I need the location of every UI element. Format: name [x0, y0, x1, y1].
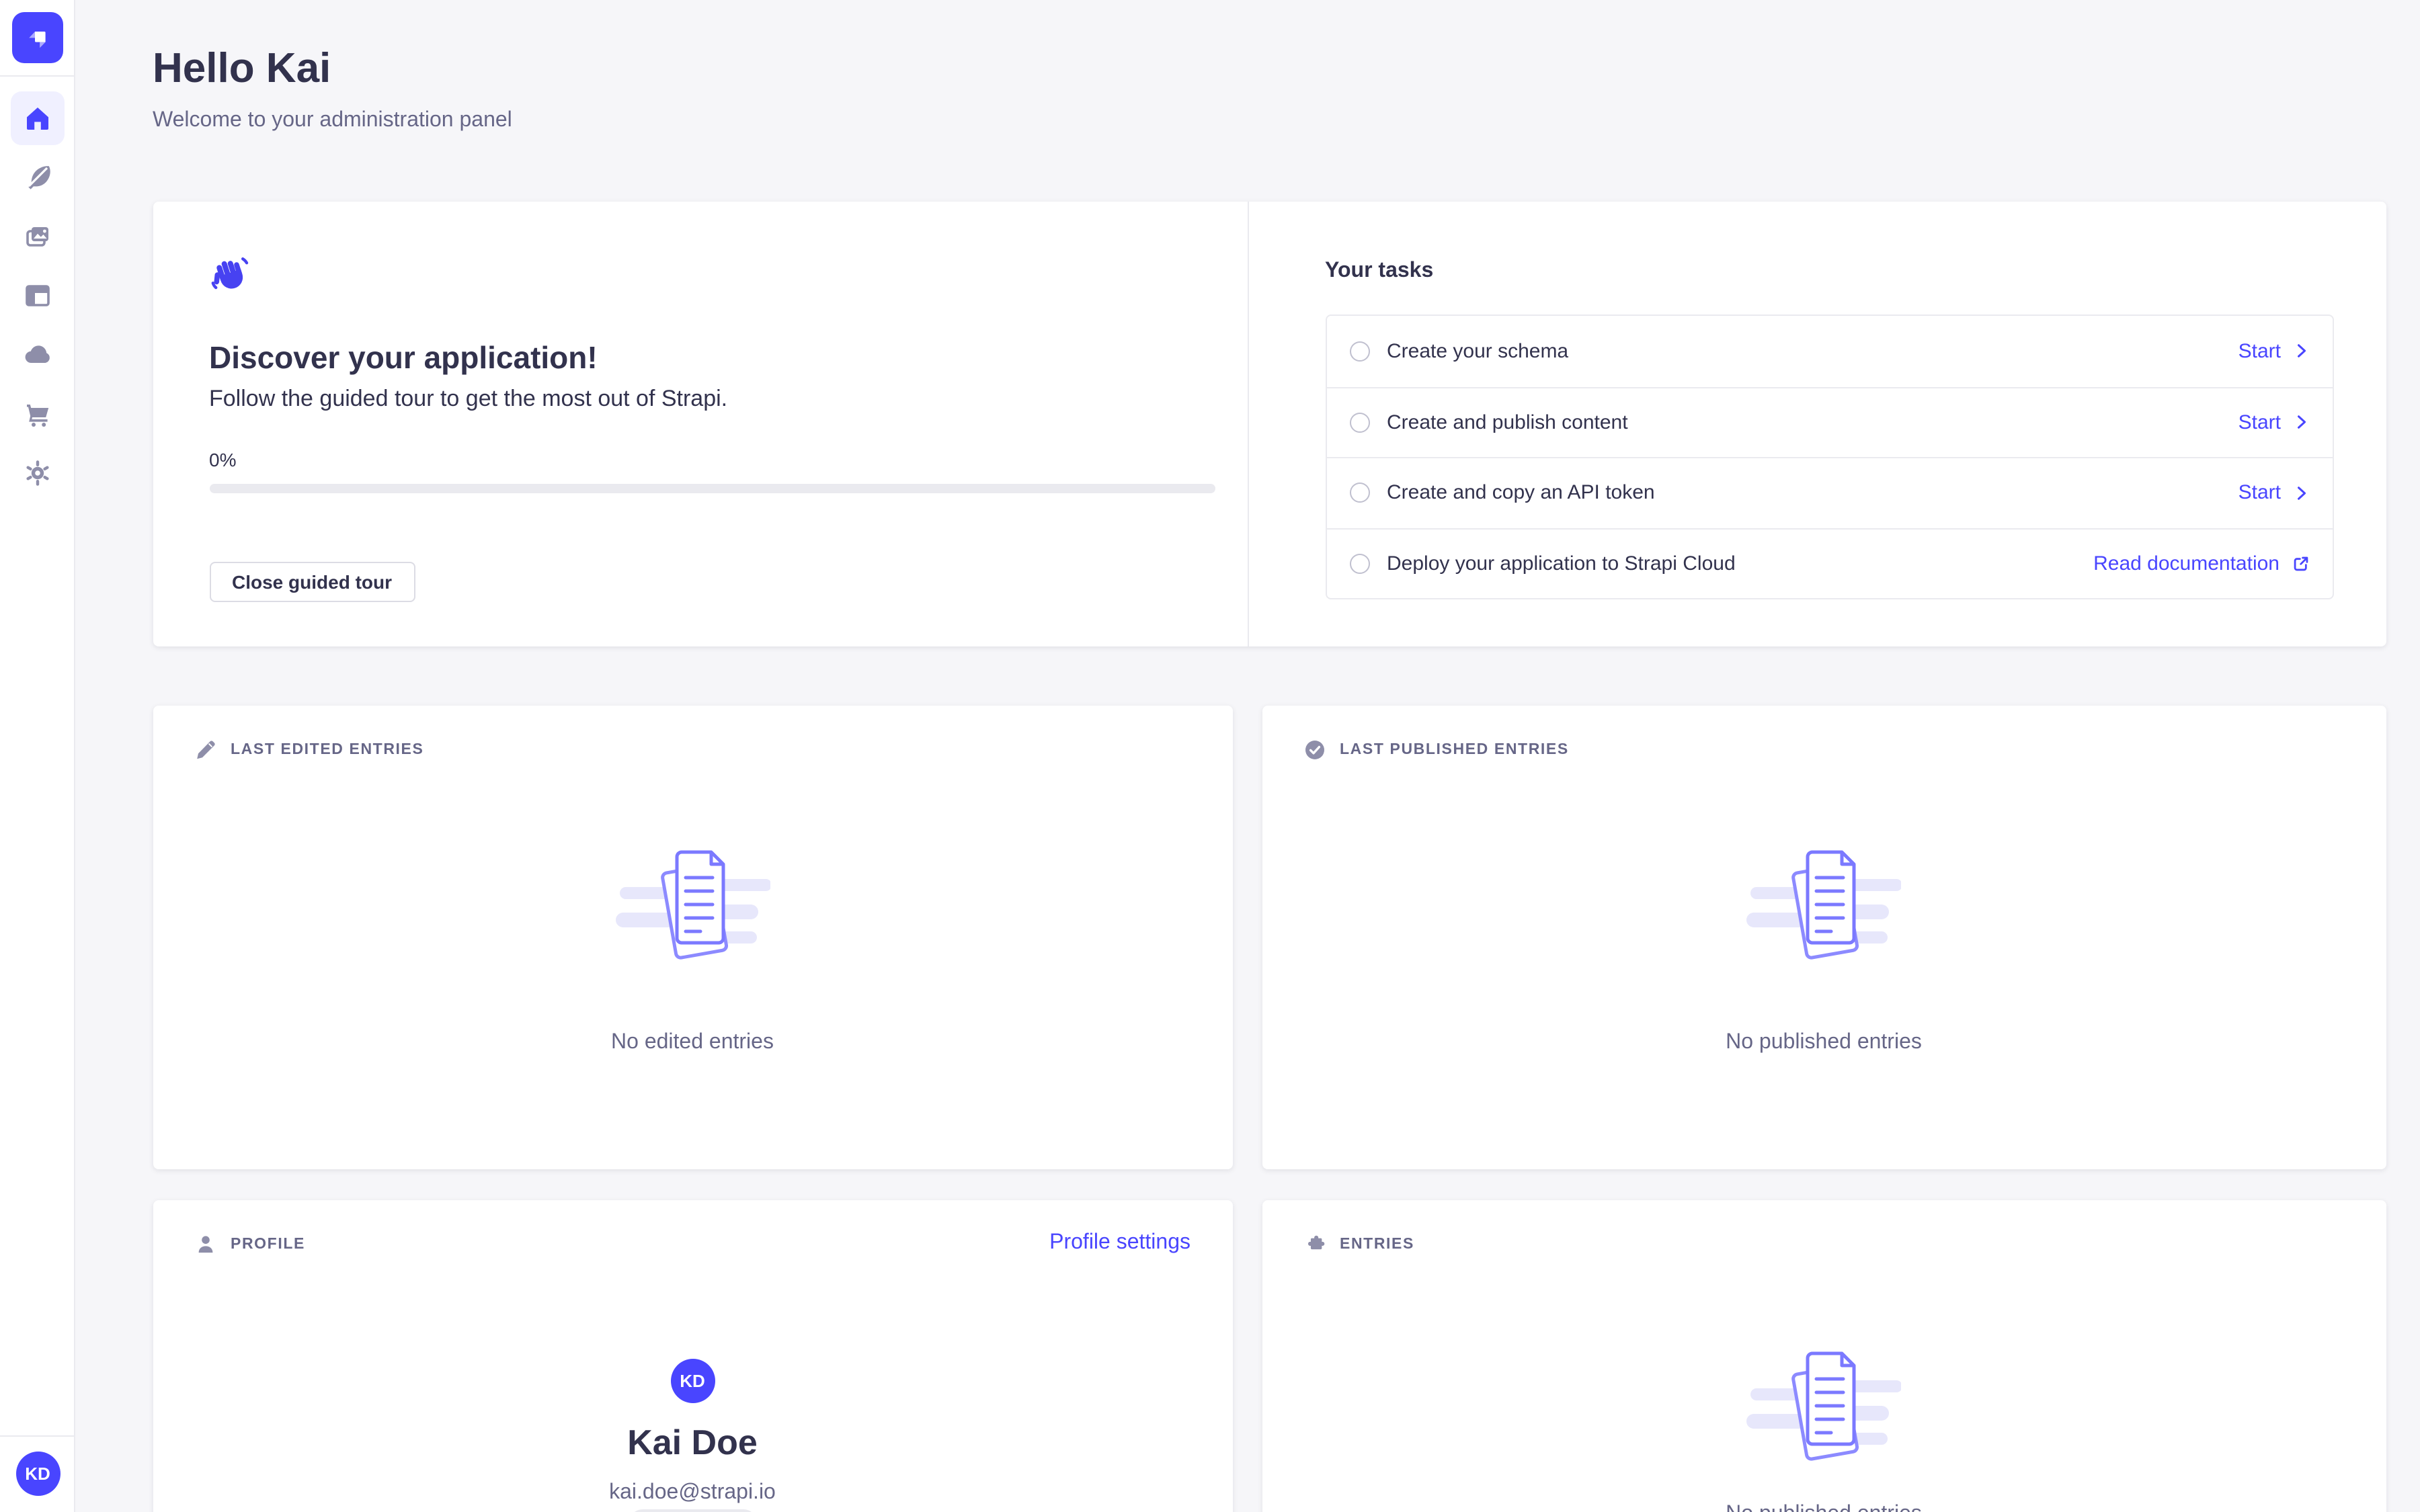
empty-state-text: No edited entries [611, 1031, 774, 1055]
cloud-icon [23, 340, 52, 370]
sidebar-item-settings[interactable] [11, 446, 65, 500]
last-edited-entries-card: LAST EDITED ENTRIES [153, 706, 1232, 1169]
chevron-right-icon [2293, 343, 2309, 360]
task-action-label: Start [2238, 482, 2281, 505]
task-status-circle [1349, 554, 1369, 574]
task-row-api-token[interactable]: Create and copy an API token Start [1326, 457, 2332, 528]
task-start-link[interactable]: Start [2238, 482, 2309, 505]
media-icon [23, 222, 52, 251]
chevron-right-icon [2293, 415, 2309, 431]
task-action-label: Start [2238, 411, 2281, 434]
profile-header: PROFILE [194, 1234, 305, 1255]
empty-documents-illustration [615, 840, 770, 961]
main-content: Hello Kai Welcome to your administration… [75, 0, 2420, 1512]
tasks-title: Your tasks [1325, 258, 2333, 284]
tasks-pane: Your tasks Create your schema Start [1248, 202, 2386, 646]
profile-name: Kai Doe [627, 1422, 758, 1462]
profile-role-badge [629, 1509, 756, 1512]
task-start-link[interactable]: Start [2238, 411, 2309, 434]
task-action-label: Start [2238, 340, 2281, 363]
last-edited-header: LAST EDITED ENTRIES [194, 739, 424, 761]
task-status-circle [1349, 413, 1369, 433]
empty-state: No edited entries [153, 840, 1232, 1055]
guided-tour-description: Follow the guided tour to get the most o… [209, 386, 1213, 413]
empty-state-text: No published entries [1726, 1503, 1922, 1512]
sidebar-item-deploy[interactable] [11, 328, 65, 382]
panel-label: PROFILE [231, 1236, 305, 1253]
sidebar-item-marketplace[interactable] [11, 387, 65, 441]
home-icon [23, 103, 52, 133]
task-label: Create and publish content [1387, 411, 2238, 434]
external-link-icon [2292, 555, 2309, 573]
sidebar-item-content-manager[interactable] [11, 269, 65, 323]
empty-state: No published entries [1262, 1341, 2386, 1512]
puzzle-icon [1303, 1234, 1325, 1255]
sidebar-divider-bottom [0, 1435, 74, 1437]
last-published-entries-card: LAST PUBLISHED ENTRIES [1262, 706, 2386, 1169]
profile-row: PROFILE Profile settings KD Kai Doe kai.… [153, 1200, 2386, 1512]
empty-documents-illustration [1746, 1341, 1901, 1462]
read-documentation-link[interactable]: Read documentation [2093, 552, 2309, 575]
task-status-circle [1349, 483, 1369, 503]
last-published-header: LAST PUBLISHED ENTRIES [1303, 739, 1569, 761]
chevron-right-icon [2293, 485, 2309, 501]
pencil-icon [194, 739, 216, 761]
cart-icon [23, 399, 52, 429]
sidebar-item-media-library[interactable] [11, 210, 65, 263]
sidebar-item-home[interactable] [11, 91, 65, 145]
page-title: Hello Kai [153, 0, 2386, 91]
task-action-label: Read documentation [2093, 552, 2280, 575]
sidebar-divider-top [0, 75, 74, 77]
empty-state-text: No published entries [1726, 1031, 1922, 1055]
empty-documents-illustration [1746, 840, 1901, 961]
feather-icon [23, 163, 52, 192]
task-label: Deploy your application to Strapi Cloud [1387, 552, 2093, 575]
panel-label: ENTRIES [1340, 1236, 1414, 1253]
sidebar: KD [0, 0, 75, 1512]
layout-icon [23, 281, 52, 310]
profile-card: PROFILE Profile settings KD Kai Doe kai.… [153, 1200, 1232, 1512]
person-icon [194, 1234, 216, 1255]
strapi-admin-dashboard: KD Hello Kai Welcome to your administrat… [0, 0, 2420, 1512]
close-guided-tour-button[interactable]: Close guided tour [209, 562, 415, 602]
progress-label: 0% [209, 449, 1213, 470]
user-avatar[interactable]: KD [15, 1452, 60, 1496]
guided-tour-title: Discover your application! [209, 339, 1213, 376]
sidebar-item-content-type-builder[interactable] [11, 151, 65, 204]
wave-hand-icon [209, 254, 249, 294]
panel-label: LAST EDITED ENTRIES [231, 742, 424, 758]
task-row-create-schema[interactable]: Create your schema Start [1326, 316, 2332, 386]
profile-avatar: KD [670, 1359, 715, 1403]
task-list: Create your schema Start Create and publ… [1325, 314, 2333, 599]
entries-header: ENTRIES [1303, 1234, 1414, 1255]
task-label: Create your schema [1387, 340, 2238, 363]
strapi-logo[interactable] [12, 12, 63, 63]
page-subtitle: Welcome to your administration panel [153, 108, 2386, 133]
gear-icon [23, 458, 52, 488]
guided-tour-pane: Discover your application! Follow the gu… [153, 202, 1248, 646]
task-status-circle [1349, 341, 1369, 362]
entries-card: ENTRIES [1262, 1200, 2386, 1512]
task-start-link[interactable]: Start [2238, 340, 2309, 363]
check-circle-icon [1303, 739, 1325, 761]
profile-email: kai.doe@strapi.io [609, 1480, 776, 1505]
entries-row: LAST EDITED ENTRIES [153, 706, 2386, 1169]
task-label: Create and copy an API token [1387, 482, 2238, 505]
progress-bar [209, 484, 1215, 493]
task-row-create-content[interactable]: Create and publish content Start [1326, 386, 2332, 457]
panel-label: LAST PUBLISHED ENTRIES [1340, 742, 1569, 758]
empty-state: No published entries [1262, 840, 2386, 1055]
profile-body: KD Kai Doe kai.doe@strapi.io [153, 1359, 1232, 1512]
profile-settings-link[interactable]: Profile settings [1049, 1231, 1191, 1255]
guided-tour-card: Discover your application! Follow the gu… [153, 202, 2386, 646]
strapi-logo-icon [23, 23, 52, 52]
task-row-deploy-cloud[interactable]: Deploy your application to Strapi Cloud … [1326, 528, 2332, 598]
